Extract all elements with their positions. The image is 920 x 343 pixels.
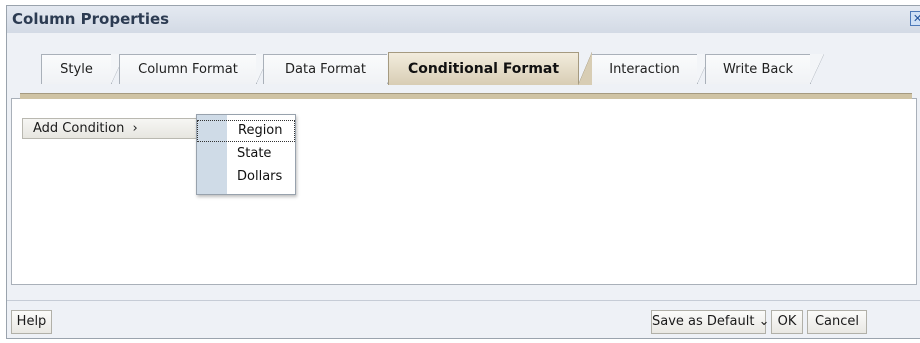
help-button-label: Help <box>16 314 47 329</box>
tab-data-format-label: Data Format <box>285 62 366 77</box>
menu-item-label: State <box>237 146 272 161</box>
condition-column-menu: Region State Dollars <box>196 114 296 195</box>
tab-underline <box>20 93 912 99</box>
tab-interaction[interactable]: Interaction <box>591 54 711 84</box>
save-as-default-label: Save as Default <box>652 314 755 329</box>
ok-button[interactable]: OK <box>771 310 803 334</box>
tab-write-back-label: Write Back <box>722 62 793 77</box>
tab-column-format-label: Column Format <box>138 62 238 77</box>
column-properties-dialog: Column Properties ✕ Style Column Format … <box>6 5 920 339</box>
cancel-button-label: Cancel <box>814 314 860 329</box>
menu-item-label: Region <box>238 123 283 138</box>
save-as-default-button[interactable]: Save as Default ⌄ <box>651 310 769 334</box>
help-button[interactable]: Help <box>11 310 52 334</box>
tab-column-format[interactable]: Column Format <box>119 54 270 84</box>
menu-item-region[interactable]: Region <box>197 120 295 142</box>
dialog-titlebar: Column Properties ✕ <box>7 6 920 34</box>
tab-interaction-label: Interaction <box>609 62 680 77</box>
close-icon[interactable]: ✕ <box>910 11 920 26</box>
chevron-down-icon: ⌄ <box>758 314 770 329</box>
cancel-button[interactable]: Cancel <box>807 310 867 334</box>
menu-item-state[interactable]: State <box>197 144 295 166</box>
tab-style[interactable]: Style <box>41 54 125 84</box>
tab-conditional-format[interactable]: Conditional Format <box>388 52 592 85</box>
tab-conditional-format-label: Conditional Format <box>407 61 560 77</box>
add-condition-label: Add Condition <box>33 121 125 136</box>
chevron-right-icon: › <box>132 121 138 136</box>
tab-write-back[interactable]: Write Back <box>705 54 824 84</box>
menu-item-dollars[interactable]: Dollars <box>197 167 295 189</box>
dialog-title: Column Properties <box>12 10 170 28</box>
tab-style-label: Style <box>60 62 93 77</box>
tab-data-format[interactable]: Data Format <box>263 54 401 84</box>
ok-button-label: OK <box>777 314 797 329</box>
menu-item-label: Dollars <box>237 169 283 184</box>
add-condition-button[interactable]: Add Condition › <box>22 118 197 139</box>
footer-divider <box>7 300 920 301</box>
